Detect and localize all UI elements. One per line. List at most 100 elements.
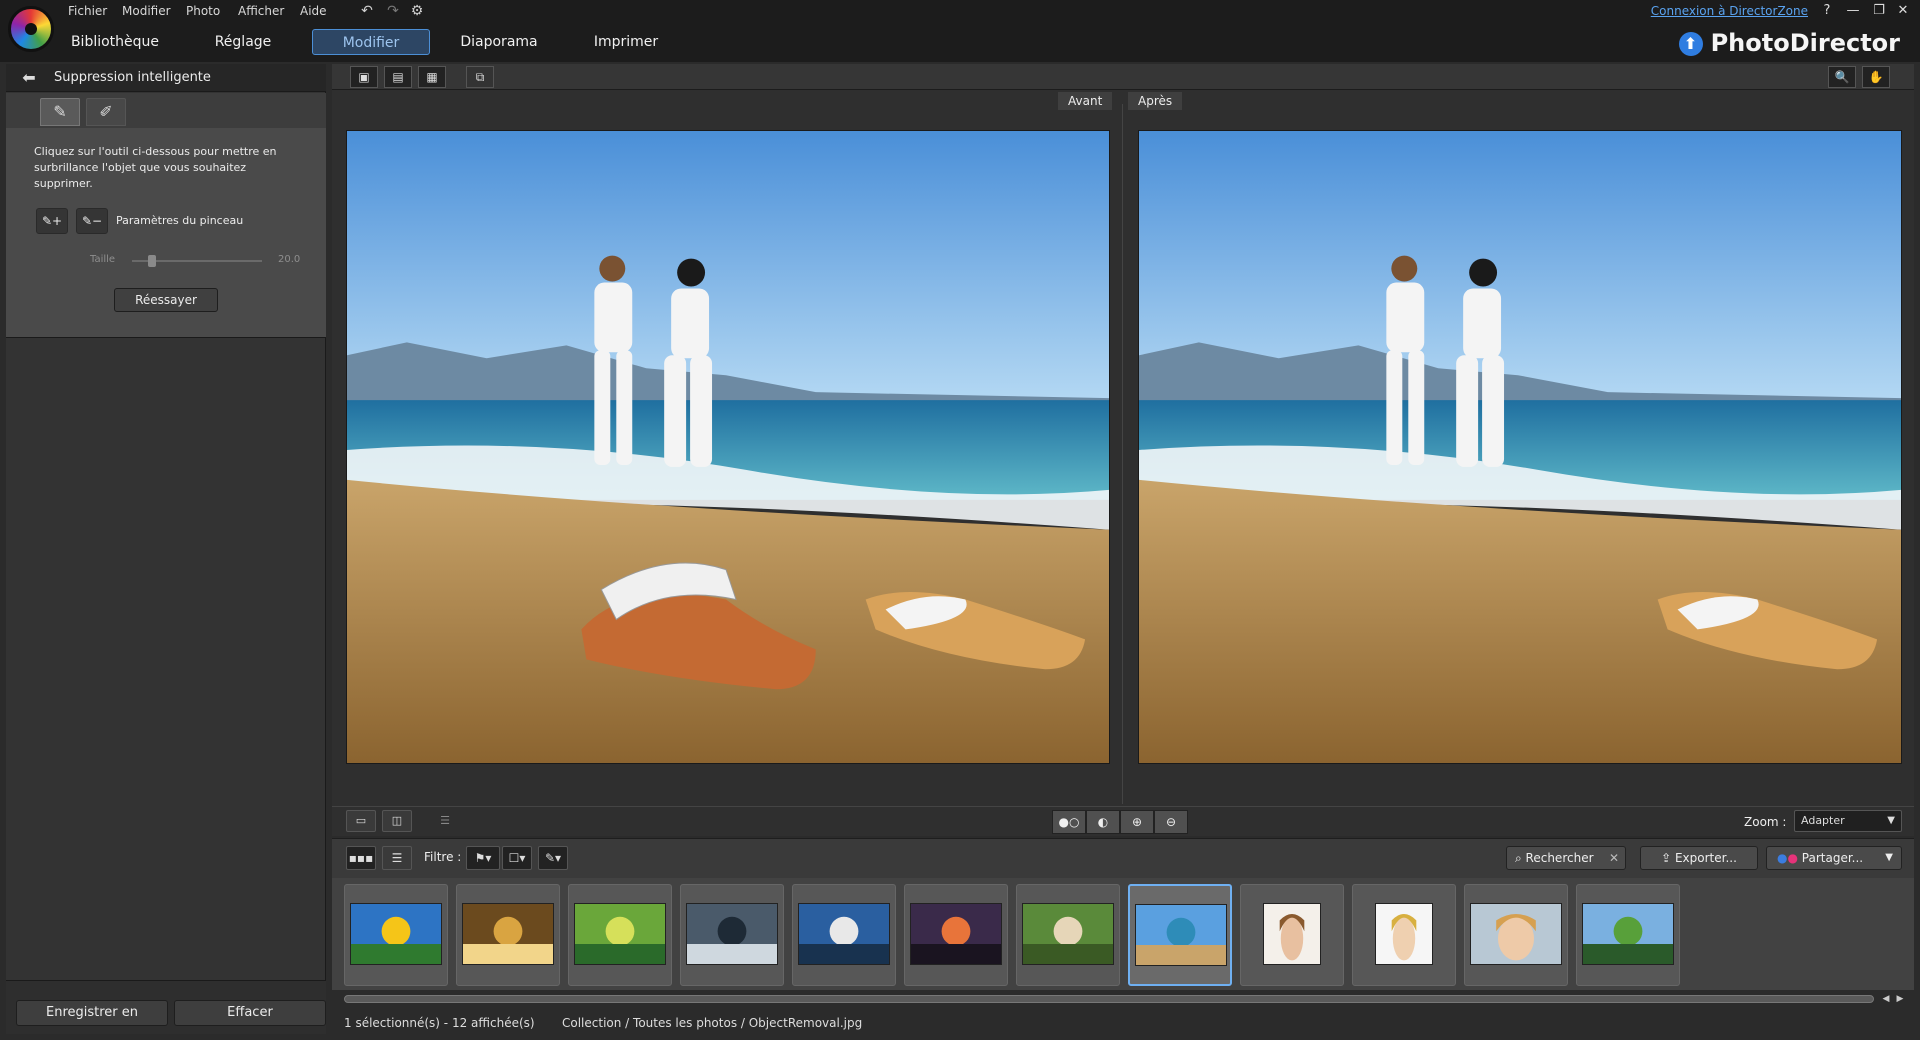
menu-afficher[interactable]: Afficher <box>238 2 284 20</box>
current-photo-path: Collection / Toutes les photos / ObjectR… <box>562 1016 863 1030</box>
after-photo[interactable] <box>1138 130 1902 764</box>
back-arrow-icon[interactable]: ⬅ <box>16 68 42 88</box>
thumbnail-meadow-landscape[interactable] <box>1576 884 1680 986</box>
minimize-button[interactable]: — <box>1842 2 1864 20</box>
redo-icon[interactable]: ↷ <box>384 2 402 20</box>
scroll-right-icon[interactable]: ▶ <box>1894 992 1906 1006</box>
subtract-brush-button[interactable]: ✎− <box>76 208 108 234</box>
save-as-button[interactable]: Enregistrer en <box>16 1000 168 1026</box>
help-button[interactable]: ? <box>1816 2 1838 20</box>
thumbnail-beach-couple[interactable] <box>1128 884 1232 986</box>
brush-tool-tab[interactable]: ✎ <box>40 98 80 126</box>
share-button[interactable]: ●● Partager... ▼ <box>1766 846 1902 870</box>
before-photo[interactable] <box>346 130 1110 764</box>
menu-photo[interactable]: Photo <box>186 2 220 20</box>
left-panel: ⬅ Suppression intelligente ✎ ✐ Cliquez s… <box>6 64 326 1034</box>
thumbnail-sunflower[interactable] <box>344 884 448 986</box>
search-placeholder: Rechercher <box>1525 851 1594 865</box>
view-grid-icon[interactable]: ▦ <box>418 66 446 88</box>
thumbnail-coastal-rocks[interactable] <box>680 884 784 986</box>
thumbnail-image <box>686 903 778 965</box>
mask-overlay-button[interactable]: ●○ <box>1052 810 1086 834</box>
thumbnail-woman-portrait-3[interactable] <box>1464 884 1568 986</box>
contrast-toggle-button[interactable]: ◐ <box>1086 810 1120 834</box>
edit-filter-dropdown[interactable]: ✎▾ <box>538 846 568 870</box>
swap-view-icon[interactable]: ☰ <box>430 810 460 832</box>
color-label-filter-dropdown[interactable]: ☐▾ <box>502 846 532 870</box>
split-horizontal-button[interactable]: ⊕ <box>1120 810 1154 834</box>
menu-aide[interactable]: Aide <box>300 2 327 20</box>
thumbnail-image <box>798 903 890 965</box>
close-button[interactable]: ✕ <box>1892 2 1914 20</box>
settings-gear-icon[interactable]: ⚙ <box>408 2 426 20</box>
tab-imprimer[interactable]: Imprimer <box>586 29 666 55</box>
thumbnail-sunset-clouds[interactable] <box>904 884 1008 986</box>
zoom-value: Adapter <box>1801 814 1845 827</box>
thumbnail-woman-portrait-2[interactable] <box>1352 884 1456 986</box>
hand-tool-icon[interactable]: ✋ <box>1862 66 1890 88</box>
thumbnail-bicycle-field[interactable] <box>568 884 672 986</box>
directorzone-login-link[interactable]: Connexion à DirectorZone <box>1651 3 1808 19</box>
app-logo-icon <box>8 6 54 52</box>
zoom-dropdown[interactable]: Adapter ▼ <box>1794 810 1902 832</box>
thumbnail-woman-portrait-1[interactable] <box>1240 884 1344 986</box>
tab-diaporama[interactable]: Diaporama <box>456 29 542 55</box>
brand-arrow-icon: ⬆ <box>1678 32 1703 56</box>
menu-fichier[interactable]: Fichier <box>68 2 107 20</box>
side-by-side-button[interactable]: ◫ <box>382 810 412 832</box>
thumbnail-cat-grass[interactable] <box>1016 884 1120 986</box>
thumbnail-image <box>1375 903 1433 965</box>
scroll-left-icon[interactable]: ◀ <box>1880 992 1892 1006</box>
filmstrip-scrollbar[interactable] <box>344 995 1874 1003</box>
eraser-tool-tab[interactable]: ✐ <box>86 98 126 126</box>
filter-label: Filtre : <box>424 850 462 864</box>
add-brush-button[interactable]: ✎+ <box>36 208 68 234</box>
single-view-button[interactable]: ▭ <box>346 810 376 832</box>
compare-divider <box>1122 104 1123 804</box>
share-icon-secondary: ● <box>1787 851 1802 865</box>
search-icon: ⌕ <box>1515 851 1526 865</box>
viewer-toolbar <box>332 64 1914 90</box>
search-input[interactable]: ⌕ Rechercher ✕ <box>1506 846 1626 870</box>
thumbnail-image <box>1135 904 1227 966</box>
thumbnail-image <box>574 903 666 965</box>
thumbnail-spiral-shell[interactable] <box>456 884 560 986</box>
thumbnail-image <box>1470 903 1562 965</box>
clear-button[interactable]: Effacer <box>174 1000 326 1026</box>
list-view-button[interactable]: ☰ <box>382 846 412 870</box>
zoom-tool-icon[interactable]: 🔍 <box>1828 66 1856 88</box>
menu-modifier[interactable]: Modifier <box>122 2 171 20</box>
filmstrip-view-button[interactable]: ▪▪▪ <box>346 846 376 870</box>
tab-reglage[interactable]: Réglage <box>200 29 286 55</box>
maximize-button[interactable]: ❐ <box>1868 2 1890 20</box>
view-secondary-display-icon[interactable]: ⧉ <box>466 66 494 88</box>
undo-icon[interactable]: ↶ <box>358 2 376 20</box>
flag-filter-dropdown[interactable]: ⚑▾ <box>466 846 500 870</box>
after-label: Après <box>1128 92 1183 110</box>
share-icon: ● <box>1777 851 1788 865</box>
size-slider-thumb[interactable] <box>147 255 156 267</box>
share-label: Partager... <box>1801 851 1864 865</box>
tab-modifier[interactable]: Modifier <box>312 29 430 55</box>
thumbnail-image <box>462 903 554 965</box>
clear-search-icon[interactable]: ✕ <box>1609 847 1619 869</box>
zoom-label: Zoom : <box>1744 815 1787 829</box>
thumbnail-lake-mountains[interactable] <box>792 884 896 986</box>
split-vertical-button[interactable]: ⊖ <box>1154 810 1188 834</box>
brand-logo: ⬆ PhotoDirector <box>1678 26 1900 60</box>
title-bar <box>0 0 1920 62</box>
export-button[interactable]: ⇪ Exporter... <box>1640 846 1758 870</box>
instructions-text: Cliquez sur l'outil ci-dessous pour mett… <box>34 145 277 190</box>
size-label: Taille <box>90 254 116 265</box>
view-compare-icon[interactable]: ▤ <box>384 66 412 88</box>
thumbnail-image <box>1582 903 1674 965</box>
panel-title: Suppression intelligente <box>54 70 211 85</box>
retry-button[interactable]: Réessayer <box>114 288 218 312</box>
thumbnail-image <box>1263 903 1321 965</box>
brand-name: PhotoDirector <box>1710 29 1900 57</box>
chevron-down-icon: ▼ <box>1887 815 1895 826</box>
tab-bibliotheque[interactable]: Bibliothèque <box>70 29 160 55</box>
view-single-icon[interactable]: ▣ <box>350 66 378 88</box>
size-value: 20.0 <box>278 254 301 265</box>
chevron-down-icon[interactable]: ▼ <box>1885 847 1893 869</box>
